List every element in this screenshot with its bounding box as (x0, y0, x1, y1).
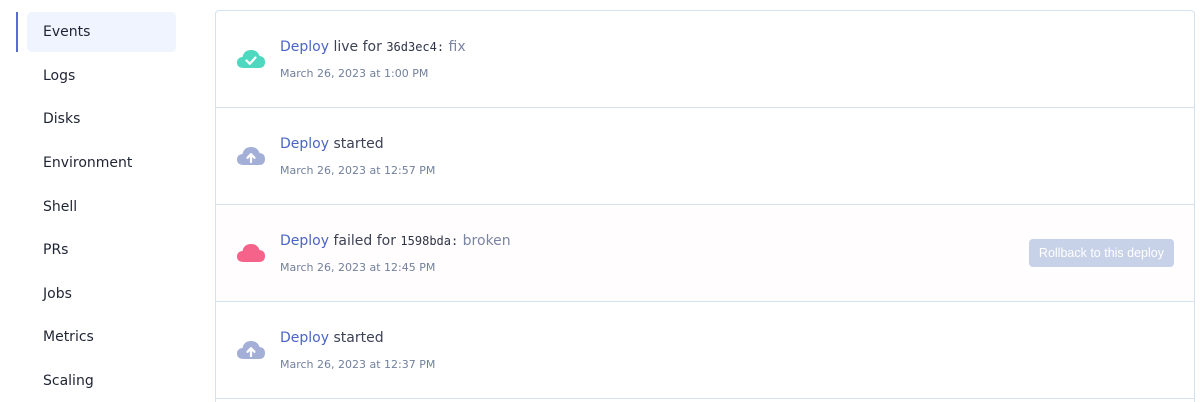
cloud-upload-icon (237, 147, 265, 165)
cloud-check-icon (237, 50, 265, 68)
sidebar-item-metrics[interactable]: Metrics (27, 317, 176, 357)
event-row: Deploy failed for 1598bda: broken March … (216, 205, 1194, 302)
sidebar-nav: Events Logs Disks Environment Shell PRs … (0, 0, 190, 402)
sidebar-item-label: Events (43, 24, 91, 40)
event-timestamp: March 26, 2023 at 1:00 PM (280, 67, 429, 80)
event-text: started (329, 330, 384, 346)
event-text: live for (329, 39, 387, 55)
cloud-failed-icon (237, 244, 265, 262)
active-nav-indicator (16, 12, 18, 52)
event-row: Deploy started March 26, 2023 at 12:57 P… (216, 108, 1194, 205)
commit-hash: 36d3ec4: (386, 40, 445, 54)
event-timestamp: March 26, 2023 at 12:45 PM (280, 261, 436, 274)
sidebar-item-label: Metrics (43, 329, 94, 345)
deploy-link[interactable]: Deploy (280, 39, 329, 55)
event-title: Deploy started (280, 136, 384, 152)
sidebar-item-label: PRs (43, 242, 69, 258)
event-timestamp: March 26, 2023 at 12:57 PM (280, 164, 436, 177)
event-title: Deploy failed for 1598bda: broken (280, 233, 511, 249)
deploy-link[interactable]: Deploy (280, 330, 329, 346)
event-text: started (329, 136, 384, 152)
deploy-link[interactable]: Deploy (280, 136, 329, 152)
sidebar-item-disks[interactable]: Disks (27, 99, 176, 139)
commit-message: broken (458, 233, 511, 249)
sidebar-item-shell[interactable]: Shell (27, 187, 176, 227)
event-title: Deploy started (280, 330, 384, 346)
sidebar-item-environment[interactable]: Environment (27, 143, 176, 183)
deploy-link[interactable]: Deploy (280, 233, 329, 249)
event-text: failed for (329, 233, 401, 249)
sidebar-item-label: Logs (43, 68, 76, 84)
event-row: Deploy live for 36d3ec4: fix March 26, 2… (216, 11, 1194, 108)
sidebar-item-prs[interactable]: PRs (27, 230, 176, 270)
sidebar-item-label: Disks (43, 111, 81, 127)
cloud-upload-icon (237, 341, 265, 359)
sidebar-item-logs[interactable]: Logs (27, 56, 176, 96)
event-row: Deploy started March 26, 2023 at 12:37 P… (216, 302, 1194, 399)
sidebar-item-label: Shell (43, 199, 78, 215)
sidebar-item-label: Environment (43, 155, 133, 171)
commit-message: fix (444, 39, 466, 55)
sidebar-item-label: Scaling (43, 373, 94, 389)
commit-hash: 1598bda: (400, 234, 459, 248)
sidebar-item-jobs[interactable]: Jobs (27, 274, 176, 314)
rollback-button[interactable]: Rollback to this deploy (1028, 239, 1174, 267)
event-timestamp: March 26, 2023 at 12:37 PM (280, 358, 436, 371)
event-title: Deploy live for 36d3ec4: fix (280, 39, 466, 55)
sidebar-item-scaling[interactable]: Scaling (27, 361, 176, 401)
sidebar-item-label: Jobs (43, 286, 72, 302)
sidebar-item-events[interactable]: Events (27, 12, 176, 52)
events-list: Deploy live for 36d3ec4: fix March 26, 2… (215, 10, 1195, 402)
